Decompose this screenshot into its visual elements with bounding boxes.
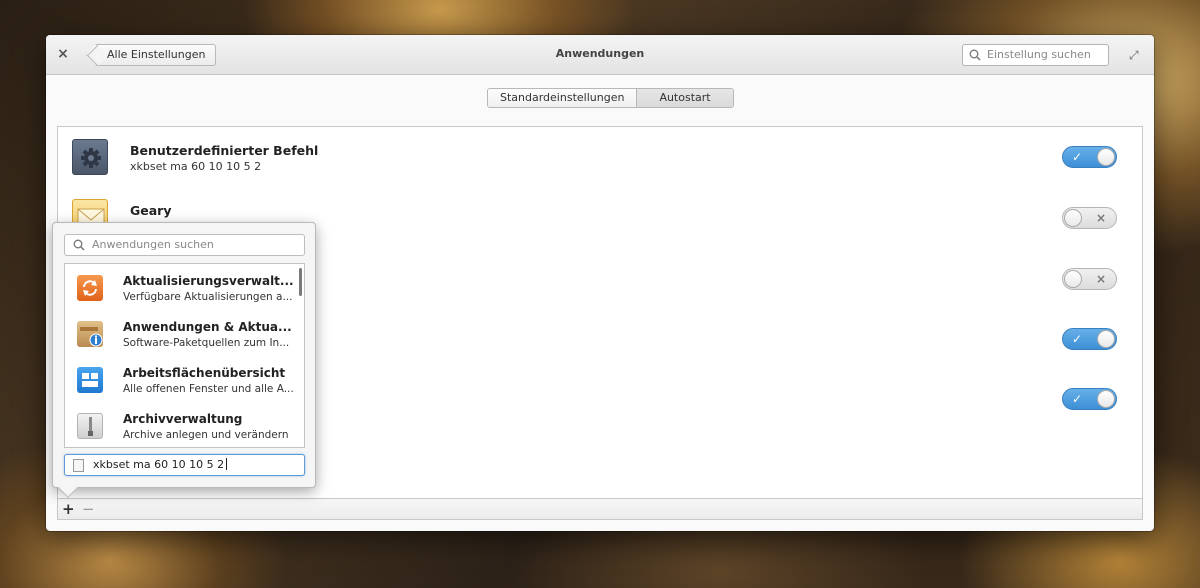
list-item[interactable]: Aktualisierungsverwalt... Verfügbare Akt… bbox=[65, 265, 295, 311]
row-title: Benutzerdefinierter Befehl bbox=[130, 143, 319, 158]
list-item[interactable]: Archivverwaltung Archive anlegen und ver… bbox=[65, 403, 295, 447]
custom-command-input[interactable]: xkbset ma 60 10 10 5 2 bbox=[64, 454, 305, 476]
toggle-knob bbox=[1097, 390, 1115, 408]
remove-button[interactable]: − bbox=[82, 500, 95, 518]
app-subtitle: Alle offenen Fenster und alle A... bbox=[123, 383, 294, 395]
app-subtitle: Verfügbare Aktualisierungen a... bbox=[123, 291, 293, 303]
tab-standardeinstellungen[interactable]: Standardeinstellungen bbox=[488, 89, 637, 107]
autostart-toggle[interactable]: × bbox=[1062, 207, 1117, 229]
row-subtitle: xkbset ma 60 10 10 5 2 bbox=[130, 160, 262, 173]
app-title: Aktualisierungsverwalt... bbox=[123, 274, 294, 288]
add-app-popover: Anwendungen suchen Aktualisierungsverwal… bbox=[52, 222, 316, 498]
autostart-toggle[interactable]: × bbox=[1062, 268, 1117, 290]
row-title: Geary bbox=[130, 203, 172, 218]
x-icon: × bbox=[1095, 272, 1106, 286]
list-item[interactable]: Arbeitsflächenübersicht Alle offenen Fen… bbox=[65, 357, 295, 403]
text-caret bbox=[226, 458, 228, 470]
app-title: Anwendungen & Aktua... bbox=[123, 320, 292, 334]
app-subtitle: Software-Paketquellen zum In... bbox=[123, 337, 290, 349]
tab-autostart[interactable]: Autostart bbox=[636, 89, 733, 107]
settings-search-placeholder: Einstellung suchen bbox=[987, 48, 1091, 61]
autostart-toggle[interactable]: ✓ bbox=[1062, 146, 1117, 168]
app-list: Aktualisierungsverwalt... Verfügbare Akt… bbox=[64, 263, 305, 448]
x-icon: × bbox=[1095, 211, 1106, 225]
check-icon: ✓ bbox=[1072, 332, 1083, 346]
scrollbar[interactable] bbox=[299, 268, 302, 296]
toggle-knob bbox=[1097, 330, 1115, 348]
list-actionbar: + − bbox=[57, 498, 1143, 520]
toggle-knob bbox=[1064, 270, 1082, 288]
document-icon bbox=[73, 459, 84, 472]
toggle-knob bbox=[1064, 209, 1082, 227]
app-search-placeholder: Anwendungen suchen bbox=[92, 238, 214, 251]
mode-switch: Standardeinstellungen Autostart bbox=[487, 88, 734, 108]
gear-icon bbox=[72, 139, 108, 175]
list-item[interactable]: Benutzerdefinierter Befehl xkbset ma 60 … bbox=[58, 127, 1142, 187]
toggle-knob bbox=[1097, 148, 1115, 166]
check-icon: ✓ bbox=[1072, 392, 1083, 406]
autostart-toggle[interactable]: ✓ bbox=[1062, 328, 1117, 350]
app-search-input[interactable]: Anwendungen suchen bbox=[64, 234, 305, 256]
maximize-icon[interactable]: ⤢ bbox=[1129, 48, 1143, 62]
autostart-toggle[interactable]: ✓ bbox=[1062, 388, 1117, 410]
search-icon bbox=[969, 49, 981, 61]
workspace-overview-icon bbox=[77, 367, 103, 393]
app-subtitle: Archive anlegen und verändern bbox=[123, 429, 289, 441]
app-title: Archivverwaltung bbox=[123, 412, 243, 426]
check-icon: ✓ bbox=[1072, 150, 1083, 164]
list-item[interactable]: Anwendungen & Aktua... Software-Paketque… bbox=[65, 311, 295, 357]
software-sources-icon bbox=[77, 321, 103, 347]
custom-command-value: xkbset ma 60 10 10 5 2 bbox=[93, 458, 225, 471]
archive-manager-icon bbox=[77, 413, 103, 439]
headerbar: × Alle Einstellungen Anwendungen Einstel… bbox=[46, 35, 1154, 75]
app-title: Arbeitsflächenübersicht bbox=[123, 366, 286, 380]
add-button[interactable]: + bbox=[62, 500, 75, 518]
update-manager-icon bbox=[77, 275, 103, 301]
settings-search-input[interactable]: Einstellung suchen bbox=[962, 44, 1109, 66]
search-icon bbox=[73, 239, 85, 251]
